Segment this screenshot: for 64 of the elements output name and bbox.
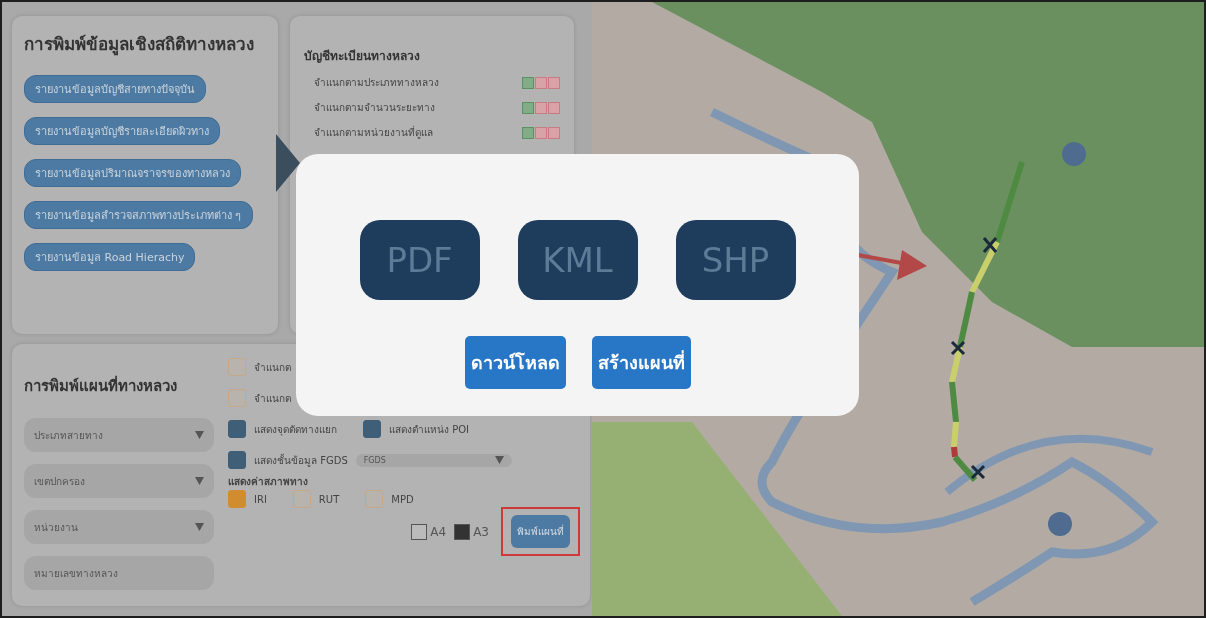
highway-number-field[interactable]: หมายเลขทางหลวง — [24, 556, 214, 590]
report-button[interactable]: รายงานข้อมูลบัญชีรายละเอียดผิวทาง — [24, 117, 220, 145]
panel-title: การพิมพ์แผนที่ทางหลวง — [24, 374, 178, 397]
checkbox-label: RUT — [318, 493, 340, 505]
cross-marker-icon — [950, 340, 966, 356]
action-button[interactable]: สร้างแผนที่ — [591, 336, 691, 389]
dropdown-arrow-icon — [195, 431, 204, 439]
dropdown[interactable]: ประเภทสายทาง — [24, 418, 214, 452]
document-icon[interactable] — [535, 76, 547, 89]
paper-size-checkbox[interactable] — [411, 523, 428, 540]
checkbox[interactable] — [292, 490, 311, 508]
checkbox-label: แสดงชั้นข้อมูล FGDS — [254, 452, 348, 468]
checkbox[interactable] — [228, 490, 246, 508]
checkbox-label: IRI — [254, 493, 267, 505]
layer-dropdown[interactable]: FGDS — [355, 453, 512, 467]
dropdown-arrow-icon — [494, 455, 504, 464]
checkbox[interactable] — [228, 389, 246, 407]
checkbox[interactable] — [228, 358, 246, 376]
dropdown[interactable]: หน่วยงาน — [24, 510, 214, 544]
paper-size-checkbox[interactable] — [454, 523, 471, 540]
document-icon[interactable] — [548, 126, 560, 139]
route-line[interactable] — [949, 161, 1025, 482]
format-button[interactable]: KML — [517, 220, 638, 300]
cross-marker-icon — [982, 236, 998, 254]
dropdown-arrow-icon — [195, 477, 204, 485]
map-pin-icon[interactable] — [1048, 512, 1072, 536]
spreadsheet-icon[interactable] — [522, 76, 534, 89]
document-icon[interactable] — [535, 101, 547, 114]
checkbox-label: จำแนกต — [254, 391, 291, 406]
registry-label: จำแนกตามหน่วยงานที่ดูแล — [314, 125, 433, 140]
checkbox-label: แสดงตำแหน่ง POI — [389, 422, 470, 437]
print-map-button[interactable]: พิมพ์แผนที่ — [511, 515, 570, 548]
dropdown[interactable]: เขตปกครอง — [24, 464, 214, 498]
action-button[interactable]: ดาวน์โหลด — [464, 336, 566, 389]
pointer-arrow — [857, 250, 927, 280]
panel-title: การพิมพ์ข้อมูลเชิงสถิติทางหลวง — [24, 33, 255, 57]
checkbox[interactable] — [363, 420, 381, 438]
spreadsheet-icon[interactable] — [522, 101, 534, 114]
document-icon[interactable] — [548, 101, 560, 114]
report-button[interactable]: รายงานข้อมูลปริมาณจราจรของทางหลวง — [24, 159, 241, 187]
spreadsheet-icon[interactable] — [522, 126, 534, 139]
section-label: แสดงค่าสภาพทาง — [228, 475, 309, 489]
checkbox-label: จำแนกต — [254, 360, 291, 375]
format-button[interactable]: PDF — [359, 220, 480, 300]
checkbox-label: MPD — [391, 493, 414, 505]
checkbox[interactable] — [228, 451, 246, 469]
registry-label: จำแนกตามจำนวนระยะทาง — [314, 101, 435, 115]
registry-label: จำแนกตามประเภททางหลวง — [314, 76, 439, 90]
report-button[interactable]: รายงานข้อมูลสำรวจสภาพทางประเภทต่าง ๆ — [24, 201, 253, 229]
document-icon[interactable] — [548, 76, 560, 89]
panel-subtitle: บัญชีทะเบียนทางหลวง — [304, 48, 421, 65]
paper-size-label: A3 — [473, 524, 489, 539]
report-button[interactable]: รายงานข้อมูลบัญชีสายทางปัจจุบัน — [24, 75, 206, 103]
map-pin-icon[interactable] — [1062, 142, 1086, 166]
checkbox-label: แสดงจุดตัดทางแยก — [254, 422, 337, 437]
checkbox[interactable] — [228, 420, 246, 438]
report-button[interactable]: รายงานข้อมูล Road Hierachy — [24, 243, 196, 271]
cross-marker-icon — [970, 464, 986, 480]
dropdown-arrow-icon — [195, 523, 204, 531]
checkbox[interactable] — [365, 490, 384, 508]
paper-size-label: A4 — [430, 524, 447, 539]
document-icon[interactable] — [535, 126, 547, 139]
format-button[interactable]: SHP — [675, 220, 796, 300]
triangle-marker — [276, 134, 300, 192]
